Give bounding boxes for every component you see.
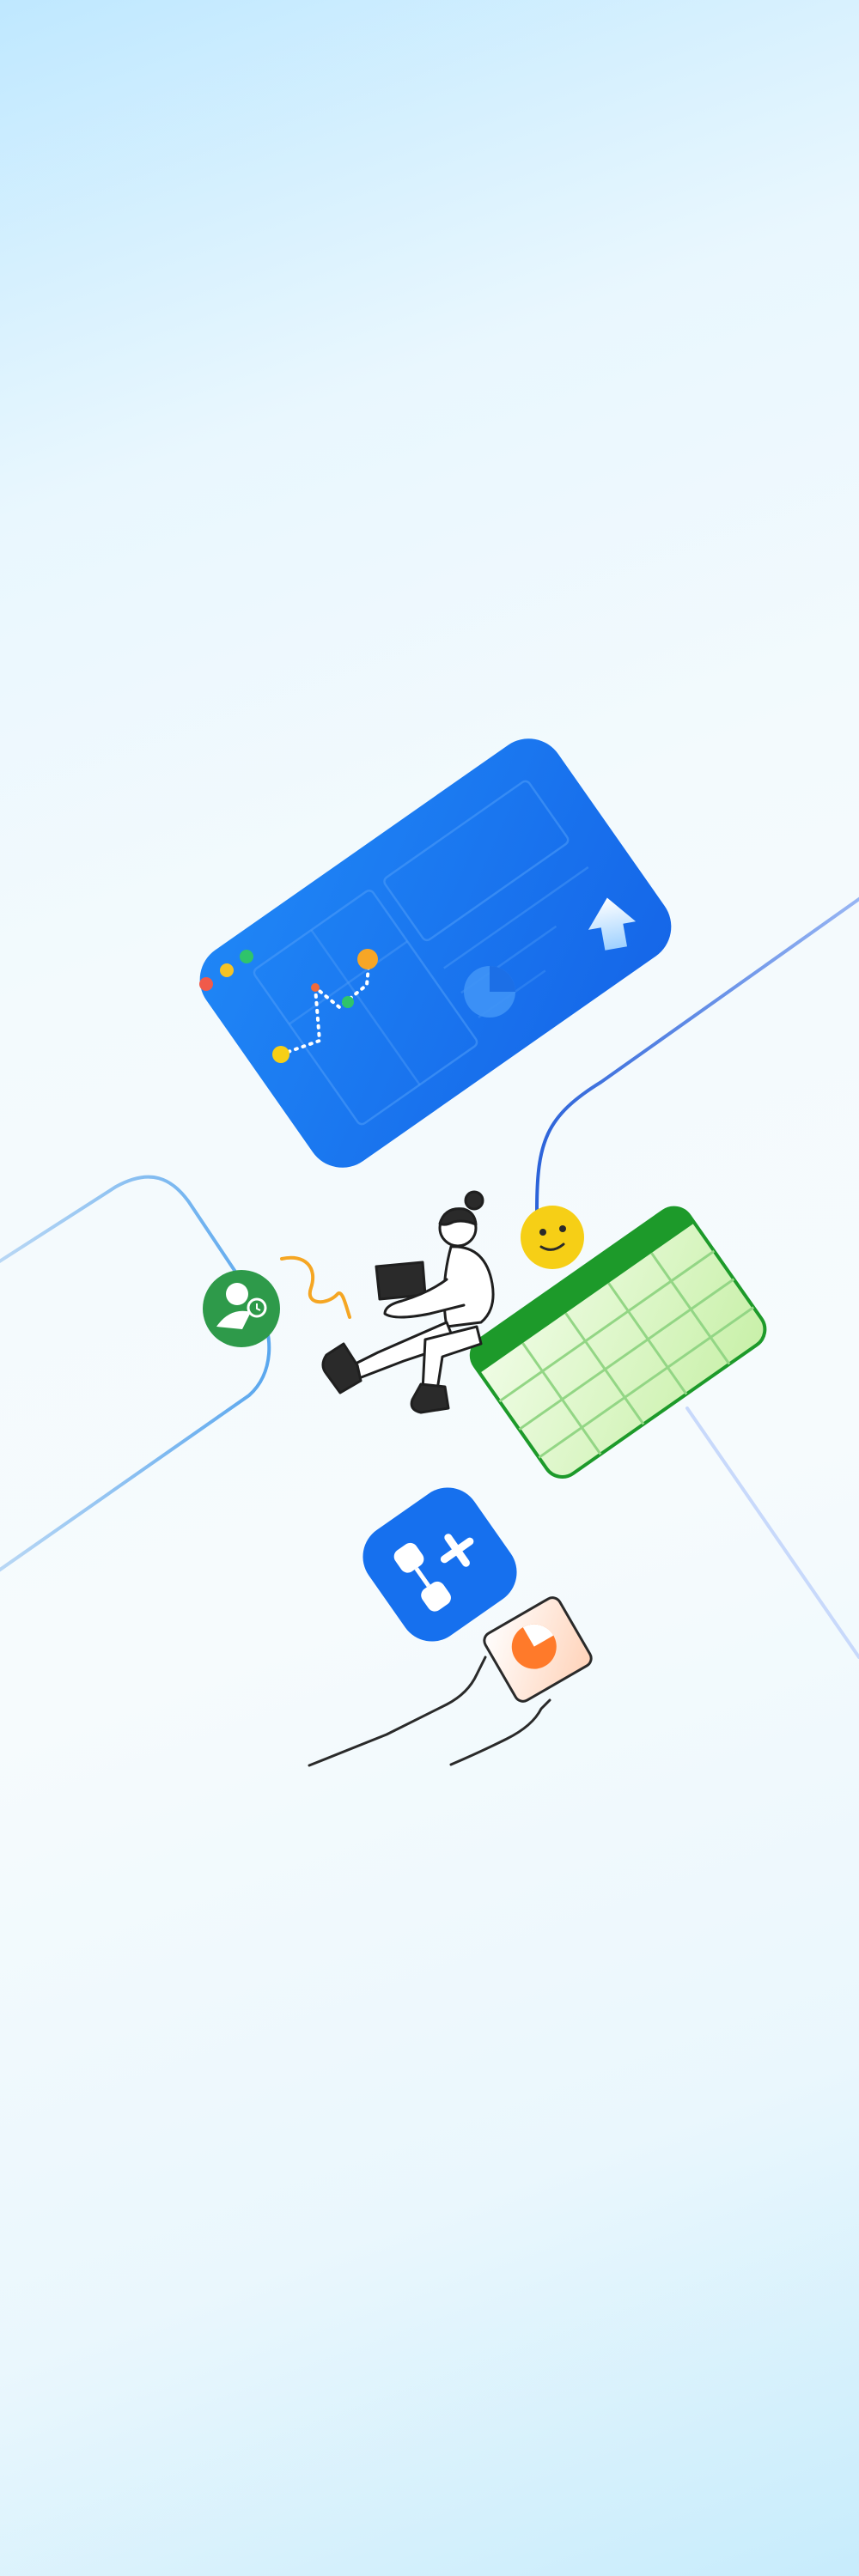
pie-chart-icon (464, 966, 515, 1018)
illustration-svg (0, 738, 859, 1767)
user-badge-icon (203, 1270, 280, 1347)
spreadsheet-card-icon (469, 1206, 767, 1479)
chart-card-icon (483, 1596, 593, 1703)
smiley-face-icon (521, 1206, 584, 1269)
illustration-canvas (0, 0, 859, 2576)
swirl-doodle-icon (280, 1255, 351, 1319)
person-with-laptop-icon (321, 1190, 495, 1414)
dashboard-card-icon (199, 738, 672, 1168)
